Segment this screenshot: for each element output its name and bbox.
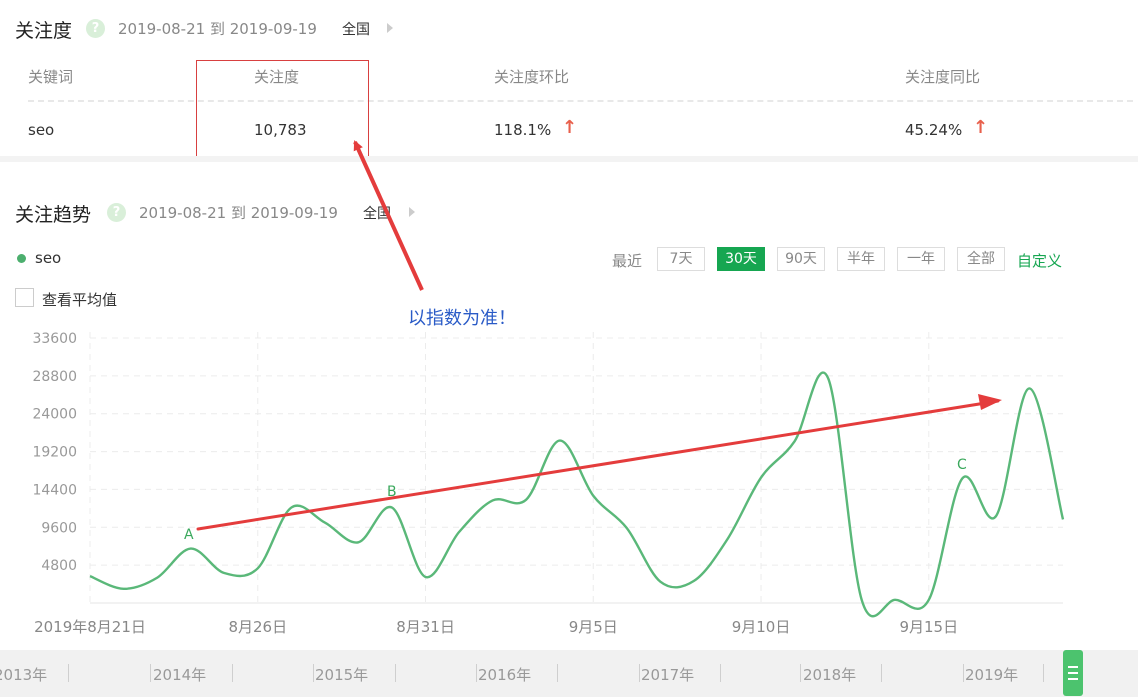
timeline-tick xyxy=(881,664,882,682)
point-label-a: A xyxy=(184,527,194,543)
pointer-arrow xyxy=(353,140,424,291)
timeline-year-label: 2016年 xyxy=(478,666,532,684)
timeline-handle[interactable] xyxy=(1063,650,1083,696)
timeline-tick xyxy=(395,664,396,682)
annotation-overlay: A B C xyxy=(184,140,1002,543)
timeline-tick xyxy=(68,664,69,682)
timeline-tick xyxy=(476,664,477,682)
timeline-year-label: 2017年 xyxy=(641,666,695,684)
timeline-tick xyxy=(963,664,964,682)
point-label-c: C xyxy=(957,457,967,473)
timeline-tick xyxy=(313,664,314,682)
timeline-tick xyxy=(150,664,151,682)
timeline-year-label: 2019年 xyxy=(965,666,1019,684)
timeline-year-label: 2015年 xyxy=(315,666,369,684)
timeline-year-label: 2013年 xyxy=(0,666,48,684)
timeline-year-label: 2018年 xyxy=(803,666,857,684)
timeline-tick xyxy=(1043,664,1044,682)
trend-arrow xyxy=(196,399,1000,531)
point-label-b: B xyxy=(387,484,397,500)
timeline-year-label: 2014年 xyxy=(153,666,207,684)
timeline-tick xyxy=(639,664,640,682)
timeline-tick xyxy=(232,664,233,682)
timeline-tick xyxy=(800,664,801,682)
timeline-tick xyxy=(557,664,558,682)
timeline-tick xyxy=(720,664,721,682)
